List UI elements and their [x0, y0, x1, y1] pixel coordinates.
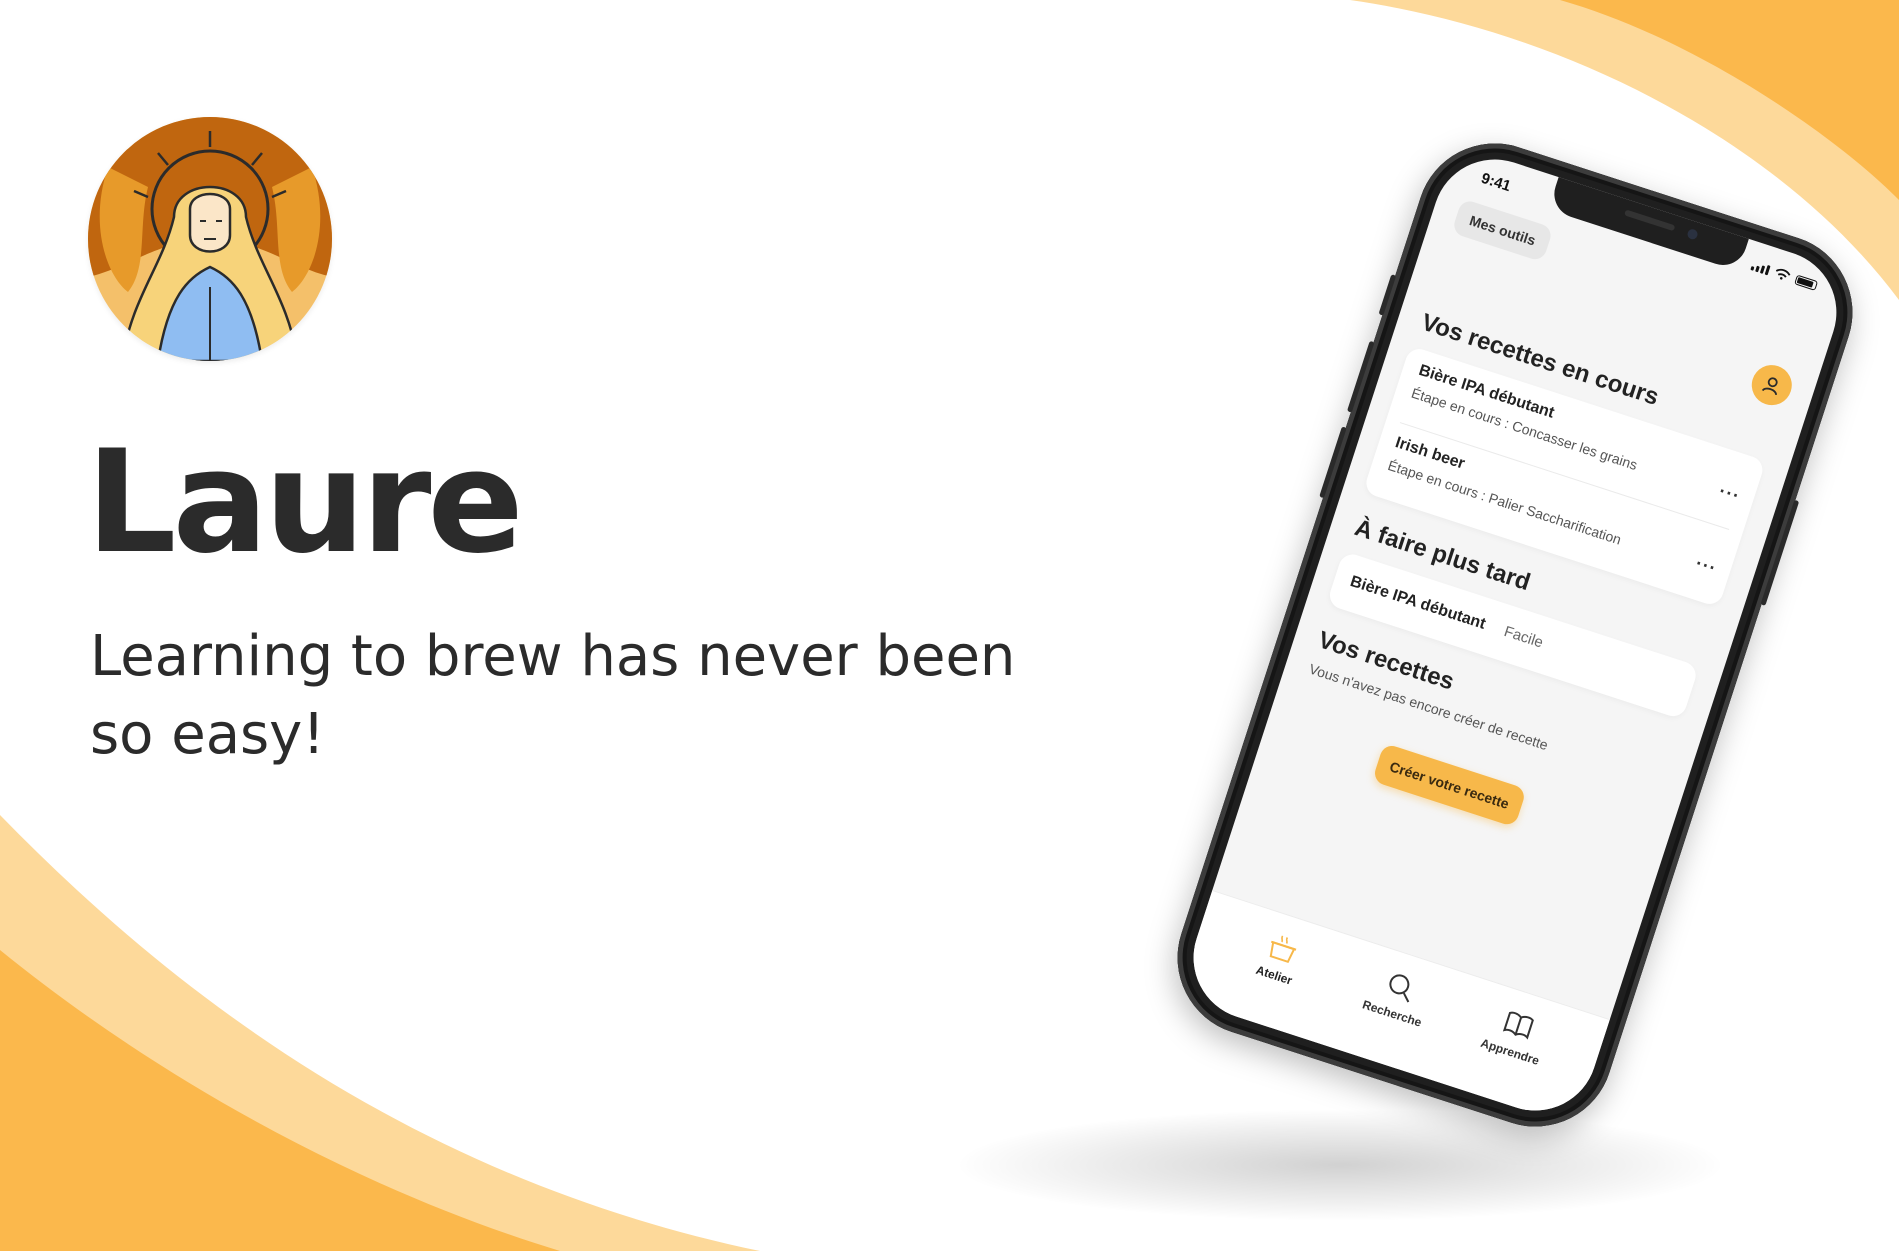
more-options-icon[interactable]: ···	[1693, 553, 1719, 579]
tagline: Learning to brew has never been so easy!	[90, 624, 1016, 767]
tab-label: Apprendre	[1478, 1035, 1541, 1068]
profile-button[interactable]	[1746, 359, 1797, 411]
battery-icon	[1794, 274, 1819, 291]
recipe-name: Bière IPA débutant	[1347, 572, 1488, 633]
app-logo-avatar	[88, 117, 332, 361]
create-recipe-button[interactable]: Créer votre recette	[1371, 742, 1527, 828]
my-tools-button[interactable]: Mes outils	[1451, 198, 1555, 263]
signal-icon	[1750, 260, 1771, 275]
tab-apprendre[interactable]: Apprendre	[1455, 994, 1575, 1076]
status-time: 9:41	[1479, 169, 1513, 196]
tab-label: Recherche	[1360, 997, 1424, 1030]
wifi-icon	[1775, 268, 1791, 280]
book-icon	[1502, 1011, 1534, 1040]
more-options-icon[interactable]: ···	[1716, 481, 1743, 507]
cooking-pot-icon	[1269, 935, 1297, 964]
user-icon	[1761, 377, 1778, 396]
tab-recherche[interactable]: Recherche	[1338, 956, 1458, 1038]
search-icon	[1389, 974, 1410, 1003]
difficulty-level: Facile	[1501, 622, 1546, 652]
status-icons	[1750, 259, 1819, 291]
in-progress-card: Bière IPA débutant Étape en cours : Conc…	[1362, 345, 1767, 608]
tab-label: Atelier	[1254, 962, 1295, 988]
phone-shadow	[960, 1110, 1720, 1220]
app-name: Laure	[86, 420, 524, 585]
tab-atelier[interactable]: Atelier	[1220, 917, 1340, 999]
